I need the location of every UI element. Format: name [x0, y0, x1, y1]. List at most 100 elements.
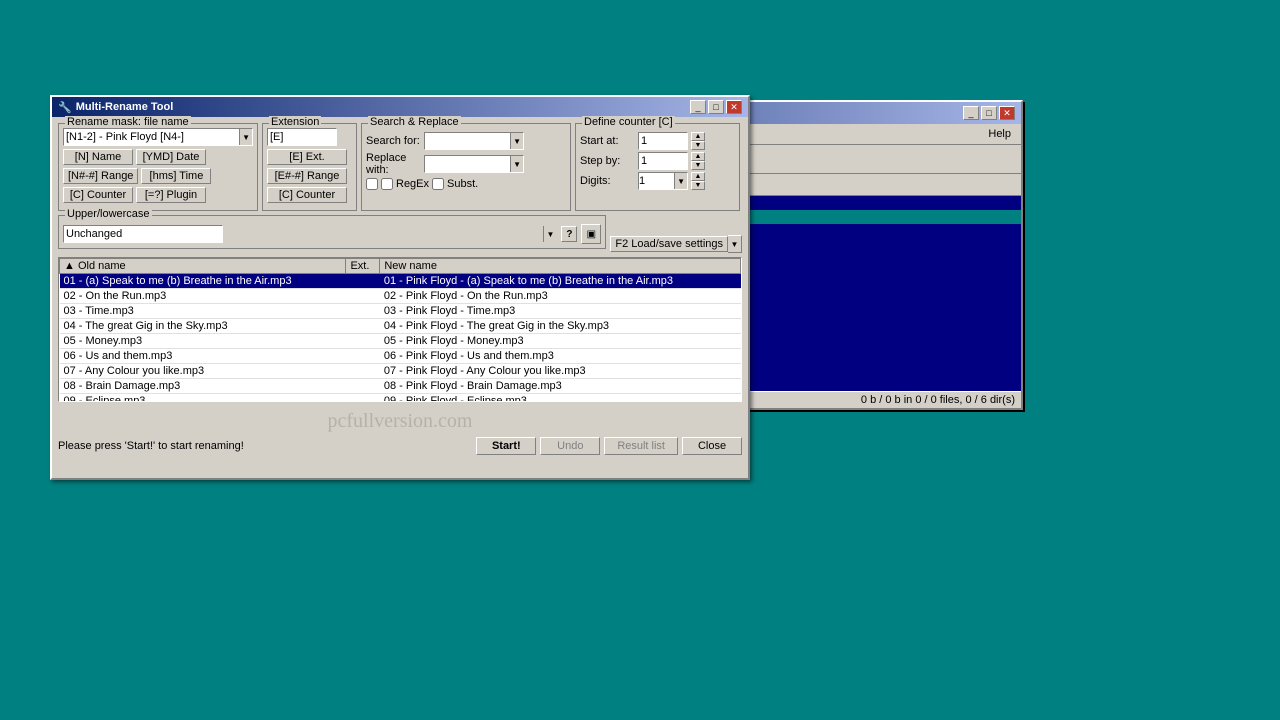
dialog-minimize-btn[interactable]: _ [690, 100, 706, 114]
file-table-body: 01 - (a) Speak to me (b) Breathe in the … [60, 274, 741, 403]
col-new-name: New name [380, 259, 741, 274]
upper-lower-row: Upper/lowercase Unchanged All uppercase … [58, 215, 742, 253]
search-for-combo[interactable] [424, 132, 524, 150]
digits-row: Digits: 1 2 3 ▲ ▼ [580, 172, 735, 190]
define-counter-title: Define counter [C] [582, 116, 675, 128]
cell-new-name: 04 - Pink Floyd - The great Gig in the S… [380, 319, 741, 334]
start-at-label: Start at: [580, 135, 635, 147]
table-row[interactable]: 01 - (a) Speak to me (b) Breathe in the … [60, 274, 741, 289]
mask-combo[interactable]: [N1-2] - Pink Floyd [N4-] [63, 128, 253, 146]
search-for-label: Search for: [366, 135, 421, 147]
table-row[interactable]: 04 - The great Gig in the Sky.mp304 - Pi… [60, 319, 741, 334]
cell-old-name: 08 - Brain Damage.mp3 [60, 379, 346, 394]
result-list-button[interactable]: Result list [604, 437, 678, 455]
step-by-label: Step by: [580, 155, 635, 167]
file-table-header-row: ▲ Old name Ext. New name [60, 259, 741, 274]
replace-with-combo[interactable] [424, 155, 524, 173]
table-row[interactable]: 07 - Any Colour you like.mp3 07 - Pink Fl… [60, 364, 741, 379]
case2-checkbox[interactable] [381, 178, 393, 190]
cell-new-name: 09 - Pink Floyd - Eclipse.mp3 [380, 394, 741, 403]
ymd-btn[interactable]: [YMD] Date [136, 149, 206, 165]
ext-btn[interactable]: [E] Ext. [267, 149, 347, 165]
dialog-status: Please press 'Start!' to start renaming! [58, 440, 472, 452]
cell-new-name: 01 - Pink Floyd - (a) Speak to me (b) Br… [380, 274, 741, 289]
load-save-arrow[interactable]: ▼ [728, 235, 742, 253]
mask-btn-row1: [N] Name [YMD] Date [63, 149, 253, 165]
replace-with-row: Replace with: [366, 152, 566, 176]
ext-input-row [267, 128, 352, 146]
search-for-combo-wrap [424, 132, 524, 150]
table-row[interactable]: 03 - Time.mp303 - Pink Floyd - Time.mp3 [60, 304, 741, 319]
dialog-body: Rename mask: file name [N1-2] - Pink Flo… [52, 117, 748, 461]
cell-ext [346, 379, 380, 394]
copy-to-lower-btn[interactable]: ▣ [581, 224, 601, 244]
step-by-down[interactable]: ▼ [691, 161, 705, 170]
rename-mask-section: Rename mask: file name [N1-2] - Pink Flo… [58, 123, 258, 211]
digits-down[interactable]: ▼ [691, 181, 705, 190]
table-row[interactable]: 05 - Money.mp305 - Pink Floyd - Money.mp… [60, 334, 741, 349]
cell-ext [346, 289, 380, 304]
close-dialog-button[interactable]: Close [682, 437, 742, 455]
plugin-btn[interactable]: [=?] Plugin [136, 187, 206, 203]
upper-lower-combo-wrap: Unchanged All uppercase All lowercase Fi… [63, 225, 557, 243]
start-at-down[interactable]: ▼ [691, 141, 705, 150]
maximize-button[interactable]: □ [981, 106, 997, 120]
digits-up[interactable]: ▲ [691, 172, 705, 181]
load-save-btn[interactable]: F2 Load/save settings [610, 236, 728, 252]
cell-ext [346, 334, 380, 349]
dialog-maximize-btn[interactable]: □ [708, 100, 724, 114]
counter-name-btn[interactable]: [C] Counter [63, 187, 133, 203]
regex-checkbox[interactable] [432, 178, 444, 190]
help-button[interactable]: ? [561, 226, 577, 242]
cell-ext [346, 394, 380, 403]
cell-new-name: 03 - Pink Floyd - Time.mp3 [380, 304, 741, 319]
hms-btn[interactable]: [hms] Time [141, 168, 211, 184]
dialog-close-btn[interactable]: ✕ [726, 100, 742, 114]
cell-ext [346, 304, 380, 319]
cell-new-name: 08 - Pink Floyd - Brain Damage.mp3 [380, 379, 741, 394]
range-ext-btn[interactable]: [E#-#] Range [267, 168, 347, 184]
cell-old-name: 07 - Any Colour you like.mp3 [60, 364, 346, 379]
table-row[interactable]: 08 - Brain Damage.mp3 08 - Pink Floyd - B… [60, 379, 741, 394]
digits-spinner: ▲ ▼ [691, 172, 705, 190]
mask-btn-row2: [N#-#] Range [hms] Time [63, 168, 253, 184]
cell-ext [346, 274, 380, 289]
table-row[interactable]: 02 - On the Run.mp302 - Pink Floyd - On … [60, 289, 741, 304]
step-by-spinner: ▲ ▼ [691, 152, 705, 170]
table-row[interactable]: 09 - Eclipse.mp309 - Pink Floyd - Eclips… [60, 394, 741, 403]
digits-select[interactable]: 1 2 3 [638, 172, 688, 190]
search-replace-title: Search & Replace [368, 116, 461, 128]
minimize-button[interactable]: _ [963, 106, 979, 120]
regex-row: RegEx Subst. [366, 178, 566, 190]
cell-ext [346, 364, 380, 379]
start-at-input[interactable] [638, 132, 688, 150]
table-row[interactable]: 06 - Us and them.mp306 - Pink Floyd - Us… [60, 349, 741, 364]
case-checkbox[interactable] [366, 178, 378, 190]
name-btn[interactable]: [N] Name [63, 149, 133, 165]
dialog-title-bar: 🔧 Multi-Rename Tool _ □ ✕ [52, 97, 748, 117]
step-by-input[interactable] [638, 152, 688, 170]
load-save-wrap: F2 Load/save settings ▼ [610, 235, 742, 253]
step-by-up[interactable]: ▲ [691, 152, 705, 161]
dialog-title-buttons: _ □ ✕ [690, 100, 742, 114]
cell-new-name: 07 - Pink Floyd - Any Colour you like.mp… [380, 364, 741, 379]
range-btn[interactable]: [N#-#] Range [63, 168, 138, 184]
upper-lower-combo[interactable]: Unchanged All uppercase All lowercase Fi… [63, 225, 223, 243]
counter-ext-btn[interactable]: [C] Counter [267, 187, 347, 203]
close-button[interactable]: ✕ [999, 106, 1015, 120]
undo-button[interactable]: Undo [540, 437, 600, 455]
status-right: 0 b / 0 b in 0 / 0 files, 0 / 6 dir(s) [861, 394, 1015, 406]
start-button[interactable]: Start! [476, 437, 536, 455]
dialog-title-label: Multi-Rename Tool [76, 101, 174, 113]
menu-help[interactable]: Help [982, 126, 1017, 142]
start-at-up[interactable]: ▲ [691, 132, 705, 141]
dialog-title-text: 🔧 Multi-Rename Tool [58, 101, 173, 114]
rename-mask-title: Rename mask: file name [65, 116, 191, 128]
ext-input[interactable] [267, 128, 337, 146]
dialog-title-icon: 🔧 [58, 101, 72, 114]
step-by-row: Step by: ▲ ▼ [580, 152, 735, 170]
ext-btn-row3: [C] Counter [267, 187, 352, 203]
multi-rename-dialog: 🔧 Multi-Rename Tool _ □ ✕ Rename mask: f… [50, 95, 750, 480]
regex-label: RegEx [396, 178, 429, 190]
cell-new-name: 06 - Pink Floyd - Us and them.mp3 [380, 349, 741, 364]
